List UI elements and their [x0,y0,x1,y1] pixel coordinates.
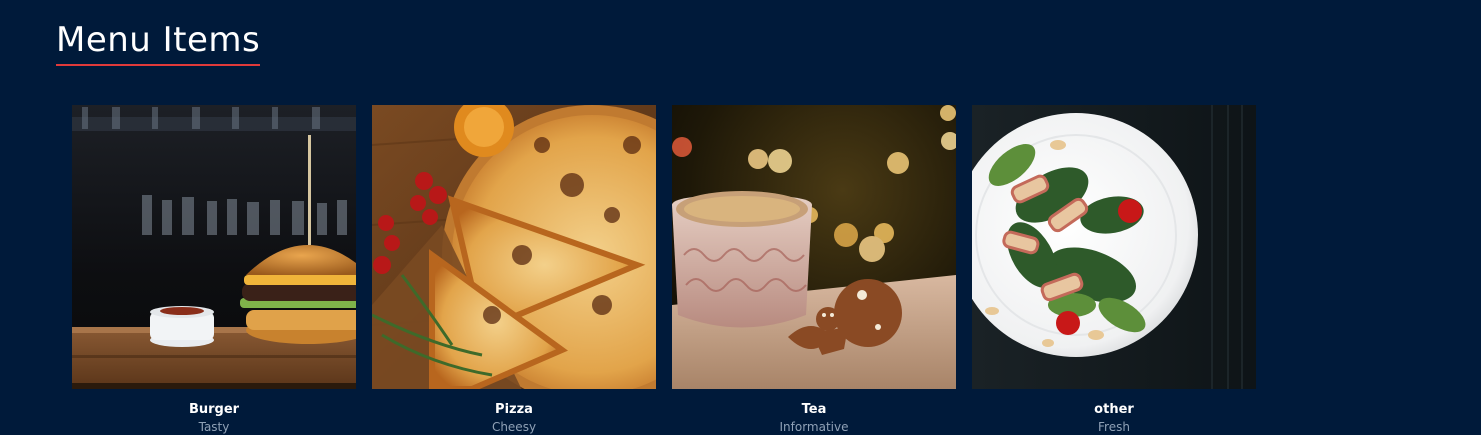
salad-photo[interactable] [972,105,1256,389]
burger-photo[interactable] [72,105,356,389]
menu-item-card-other[interactable]: other Fresh [972,105,1256,435]
menu-item-card-burger[interactable]: Burger Tasty [72,105,356,435]
menu-item-name: Pizza [495,402,533,417]
menu-item-name: other [1094,402,1134,417]
menu-item-card-pizza[interactable]: Pizza Cheesy [372,105,656,435]
menu-item-description: Tasty [198,420,230,434]
pizza-photo[interactable] [372,105,656,389]
menu-items-grid: Burger Tasty Pizza Cheesy Tea Informativ… [72,105,1256,435]
menu-item-description: Informative [779,420,849,434]
menu-item-description: Fresh [1098,420,1130,434]
menu-item-card-tea[interactable]: Tea Informative [672,105,956,435]
menu-item-description: Cheesy [491,420,537,434]
tea-photo[interactable] [672,105,956,389]
menu-item-name: Burger [188,402,240,417]
section-title: Menu Items [56,18,261,66]
menu-item-name: Tea [801,402,827,417]
